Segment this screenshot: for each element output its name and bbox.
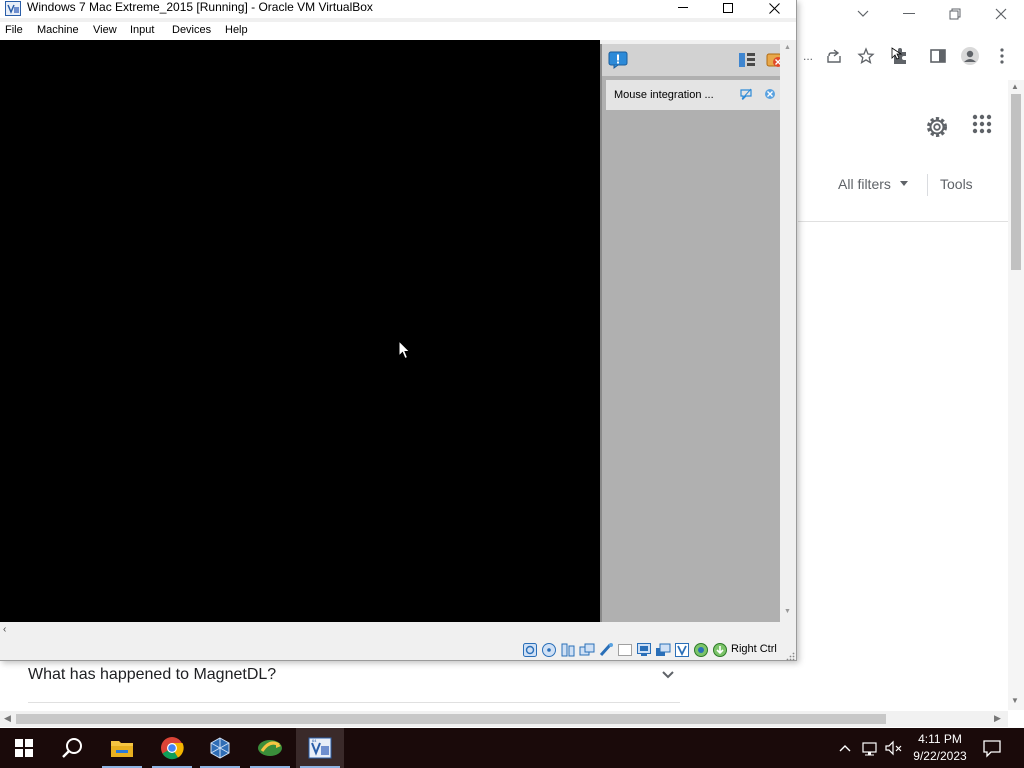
hard-disk-icon[interactable]: [522, 642, 538, 658]
toolbar-overflow-text: ...: [802, 49, 813, 63]
vbox-window-title: Windows 7 Mac Extreme_2015 [Running] - O…: [27, 0, 373, 14]
resize-grip-icon[interactable]: [786, 650, 795, 661]
google-apps-grid-icon[interactable]: [972, 114, 996, 138]
all-filters-button[interactable]: All filters: [838, 176, 891, 192]
vt-x-icon[interactable]: [674, 642, 690, 658]
mouse-integration-icon[interactable]: [693, 642, 709, 658]
taskbar-download-manager[interactable]: [246, 728, 294, 768]
file-explorer-icon: [111, 741, 133, 757]
taskbar-virtualbox[interactable]: [196, 728, 244, 768]
notification-close-icon[interactable]: [764, 88, 776, 100]
pane-scroll-down-arrow-icon[interactable]: ▼: [784, 608, 791, 615]
notification-bell-icon[interactable]: [608, 51, 628, 69]
svg-text:64: 64: [312, 738, 317, 743]
taskbar-file-explorer[interactable]: [98, 728, 146, 768]
tools-button[interactable]: Tools: [940, 176, 973, 192]
virtualbox-vm-window: Windows 7 Mac Extreme_2015 [Running] - O…: [0, 0, 797, 661]
tray-show-hidden-icon[interactable]: [838, 738, 856, 758]
notification-text: Mouse integration ...: [614, 89, 714, 101]
virtualbox-icon: [210, 737, 230, 759]
action-center-icon[interactable]: [982, 738, 1001, 758]
filters-caret-icon: [900, 181, 908, 186]
chrome-restore-button[interactable]: [943, 4, 967, 24]
mouse-pointer-icon: [398, 339, 411, 360]
shared-folder-icon[interactable]: [617, 642, 633, 658]
clock-time[interactable]: 4:11 PM: [917, 732, 963, 746]
extensions-puzzle-icon[interactable]: [888, 44, 912, 68]
browser-vertical-scroll-thumb[interactable]: [1011, 94, 1021, 270]
scroll-left-arrow-icon[interactable]: ◀: [4, 713, 11, 724]
menu-devices[interactable]: Devices: [172, 24, 211, 36]
scroll-up-arrow-icon[interactable]: ▲: [1011, 82, 1019, 91]
menu-machine[interactable]: Machine: [37, 24, 79, 36]
chrome-close-button[interactable]: [989, 4, 1013, 24]
clock-date[interactable]: 9/22/2023: [905, 749, 975, 763]
search-icon: [62, 738, 82, 758]
scroll-down-arrow-icon[interactable]: ▼: [1011, 696, 1019, 705]
menu-help[interactable]: Help: [225, 24, 248, 36]
notification-toggle-order-icon[interactable]: [737, 51, 757, 69]
host-key-label: Right Ctrl: [731, 643, 777, 655]
start-button[interactable]: [0, 728, 48, 768]
vm-scroll-left-arrow-icon[interactable]: ‹: [3, 624, 6, 635]
desktop: ... All filters Tools ▲ ▼ What has happe…: [0, 0, 1024, 768]
audio-icon[interactable]: [560, 642, 576, 658]
display-icon[interactable]: [636, 642, 652, 658]
scroll-right-arrow-icon[interactable]: ▶: [994, 713, 1001, 724]
pane-scroll-up-arrow-icon[interactable]: ▲: [784, 44, 791, 51]
notification-dont-show-again-icon[interactable]: [740, 88, 752, 101]
optical-drive-icon[interactable]: [541, 642, 557, 658]
settings-gear-icon[interactable]: [924, 114, 950, 140]
bookmark-star-icon[interactable]: [854, 44, 878, 68]
menu-file[interactable]: File: [5, 24, 23, 36]
chrome-icon: [161, 737, 184, 760]
menu-input[interactable]: Input: [130, 24, 154, 36]
volume-muted-icon[interactable]: [884, 738, 902, 758]
chrome-minimize-button[interactable]: [897, 4, 921, 24]
notification-center-pane: [600, 44, 780, 622]
vbox-close-button[interactable]: [751, 0, 797, 18]
tab-search-chevron-icon[interactable]: [851, 4, 875, 24]
network-icon[interactable]: [579, 642, 595, 658]
usb-icon[interactable]: [598, 642, 614, 658]
notification-pane-scrollbar[interactable]: [780, 44, 796, 622]
filters-divider: [927, 174, 928, 196]
idm-icon: [258, 740, 282, 756]
profile-avatar-icon[interactable]: [958, 44, 982, 68]
taskbar-vbox-vm[interactable]: 64: [296, 728, 344, 768]
menu-view[interactable]: View: [93, 24, 117, 36]
network-status-icon[interactable]: [861, 738, 879, 758]
vbox-minimize-button[interactable]: [660, 0, 706, 18]
recording-icon[interactable]: [655, 642, 671, 658]
vbox-vm-icon: 64: [308, 737, 332, 759]
chrome-menu-kebab-icon[interactable]: [990, 44, 1014, 68]
search-header-divider: [798, 221, 1008, 222]
side-panel-icon[interactable]: [926, 44, 950, 68]
share-icon[interactable]: [822, 44, 846, 68]
faq-divider: [28, 702, 680, 703]
browser-horizontal-scroll-thumb[interactable]: [16, 714, 886, 724]
virtualbox-app-icon: [5, 1, 21, 16]
faq-expand-chevron-icon[interactable]: [660, 666, 676, 682]
vm-horizontal-scrollbar[interactable]: [0, 622, 600, 638]
taskbar-chrome[interactable]: [148, 728, 196, 768]
vm-display[interactable]: [0, 40, 600, 622]
keyboard-capture-icon[interactable]: [712, 642, 728, 658]
faq-question[interactable]: What has happened to MagnetDL?: [28, 666, 276, 684]
taskbar-search-button[interactable]: [48, 728, 96, 768]
vbox-maximize-button[interactable]: [705, 0, 751, 18]
start-icon: [15, 739, 33, 757]
vbox-menubar: File Machine View Input Devices Help: [0, 22, 796, 40]
vbox-titlebar[interactable]: Windows 7 Mac Extreme_2015 [Running] - O…: [0, 0, 796, 18]
